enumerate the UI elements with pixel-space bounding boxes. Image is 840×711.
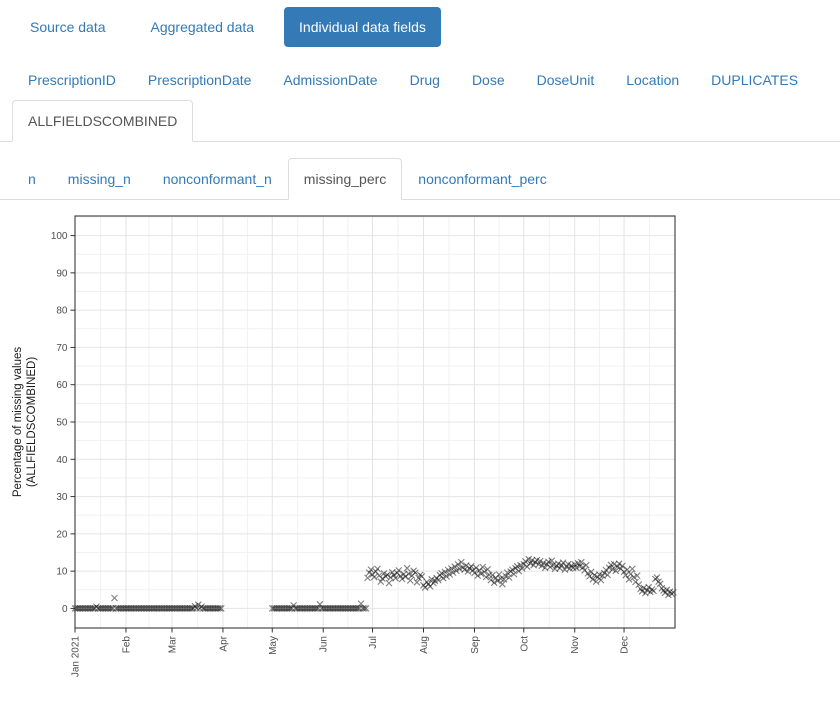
tab-metric-n[interactable]: n bbox=[12, 158, 52, 200]
tab-field-doseunit[interactable]: DoseUnit bbox=[521, 59, 611, 101]
svg-text:Percentage of missing values: Percentage of missing values bbox=[12, 347, 24, 497]
tab-metric-nonconformant-perc[interactable]: nonconformant_perc bbox=[402, 158, 562, 200]
tab-field-allfieldscombined[interactable]: ALLFIELDSCOMBINED bbox=[12, 100, 193, 142]
svg-text:Jul: Jul bbox=[368, 636, 379, 649]
svg-text:Mar: Mar bbox=[167, 635, 178, 653]
tab-source-data[interactable]: Source data bbox=[15, 7, 121, 47]
tab-metric-nonconformant-n[interactable]: nonconformant_n bbox=[147, 158, 288, 200]
chart-area: 0 10 20 30 40 50 60 70 80 90 100 Jan 2021 Feb Mar Apr M… bbox=[0, 209, 840, 709]
tab-field-location[interactable]: Location bbox=[610, 59, 695, 101]
report-level-tabs: Source data Aggregated data Individual d… bbox=[15, 7, 840, 47]
field-tabs: PrescriptionID PrescriptionDate Admissio… bbox=[0, 59, 840, 142]
svg-text:Oct: Oct bbox=[519, 636, 530, 652]
tab-field-dose[interactable]: Dose bbox=[456, 59, 521, 101]
svg-text:40: 40 bbox=[56, 455, 68, 466]
tab-field-duplicates[interactable]: DUPLICATES bbox=[695, 59, 814, 101]
tab-metric-missing-n[interactable]: missing_n bbox=[52, 158, 147, 200]
daiquiri-report-page: Source data Aggregated data Individual d… bbox=[0, 7, 840, 711]
tab-field-admissiondate[interactable]: AdmissionDate bbox=[267, 59, 393, 101]
tab-aggregated-data[interactable]: Aggregated data bbox=[136, 7, 270, 47]
svg-text:30: 30 bbox=[56, 492, 68, 503]
svg-text:90: 90 bbox=[56, 268, 68, 279]
svg-text:80: 80 bbox=[56, 306, 68, 317]
missing-perc-time-series-chart: 0 10 20 30 40 50 60 70 80 90 100 Jan 2021 Feb Mar Apr M… bbox=[0, 209, 700, 704]
svg-text:May: May bbox=[268, 636, 279, 655]
metric-tabs: n missing_n nonconformant_n missing_perc… bbox=[0, 158, 840, 200]
svg-text:Sep: Sep bbox=[470, 636, 481, 654]
svg-text:Nov: Nov bbox=[570, 636, 581, 654]
svg-text:Aug: Aug bbox=[419, 636, 430, 654]
svg-text:70: 70 bbox=[56, 343, 68, 354]
svg-text:Apr: Apr bbox=[218, 635, 229, 651]
svg-text:60: 60 bbox=[56, 380, 68, 391]
tab-field-drug[interactable]: Drug bbox=[394, 59, 456, 101]
tab-field-prescriptiondate[interactable]: PrescriptionDate bbox=[132, 59, 268, 101]
svg-text:(ALLFIELDSCOMBINED): (ALLFIELDSCOMBINED) bbox=[26, 357, 38, 488]
tab-source-data-label[interactable]: Source data bbox=[15, 7, 121, 47]
svg-text:100: 100 bbox=[51, 231, 68, 242]
svg-text:50: 50 bbox=[56, 418, 68, 429]
svg-text:Feb: Feb bbox=[121, 636, 132, 654]
svg-text:0: 0 bbox=[62, 604, 68, 615]
tab-field-prescriptionid[interactable]: PrescriptionID bbox=[12, 59, 132, 101]
svg-text:20: 20 bbox=[56, 529, 68, 540]
tab-metric-missing-perc[interactable]: missing_perc bbox=[288, 158, 402, 200]
svg-text:Jan 2021: Jan 2021 bbox=[71, 636, 82, 678]
svg-text:10: 10 bbox=[56, 567, 68, 578]
tab-aggregated-data-label[interactable]: Aggregated data bbox=[136, 7, 270, 47]
svg-text:Dec: Dec bbox=[620, 636, 631, 654]
tab-individual-data-fields-label[interactable]: Individual data fields bbox=[284, 7, 441, 47]
tab-individual-data-fields[interactable]: Individual data fields bbox=[284, 7, 441, 47]
svg-text:Jun: Jun bbox=[319, 636, 330, 652]
